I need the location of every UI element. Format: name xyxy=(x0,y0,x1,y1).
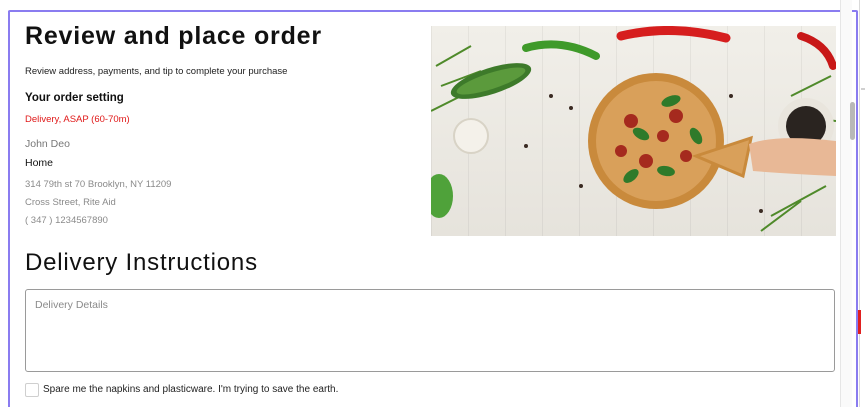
green-chili xyxy=(522,40,600,60)
customer-name: John Deo xyxy=(25,138,70,150)
red-chili xyxy=(616,26,731,43)
edge-tick xyxy=(861,88,865,90)
order-setting-heading: Your order setting xyxy=(25,92,124,104)
page-subtitle: Review address, payments, and tip to com… xyxy=(25,66,288,77)
window-edge xyxy=(859,0,860,407)
scrollbar-thumb[interactable] xyxy=(850,102,855,140)
page-scrollbar[interactable] xyxy=(840,0,855,407)
pizza-photo xyxy=(431,26,836,236)
napkins-checkbox[interactable] xyxy=(25,383,39,397)
napkins-checkbox-label[interactable]: Spare me the napkins and plasticware. I'… xyxy=(43,384,338,395)
red-chili-right xyxy=(797,32,836,70)
green-pepper xyxy=(431,174,453,218)
hand xyxy=(749,138,836,176)
page-title: Review and place order xyxy=(25,22,322,50)
cross-street: Cross Street, Rite Aid xyxy=(25,197,116,208)
garlic-bulb xyxy=(453,118,489,154)
delivery-type-text: Delivery, ASAP (60-70m) xyxy=(25,114,130,125)
address-line: 314 79th st 70 Brooklyn, NY 11209 xyxy=(25,179,172,190)
address-label: Home xyxy=(25,157,54,169)
edge-red-marker xyxy=(858,310,861,334)
delivery-details-input[interactable] xyxy=(25,289,835,372)
delivery-instructions-heading: Delivery Instructions xyxy=(25,249,258,276)
pizza-illustration xyxy=(431,26,836,232)
phone-number: ( 347 ) 1234567890 xyxy=(25,215,108,226)
